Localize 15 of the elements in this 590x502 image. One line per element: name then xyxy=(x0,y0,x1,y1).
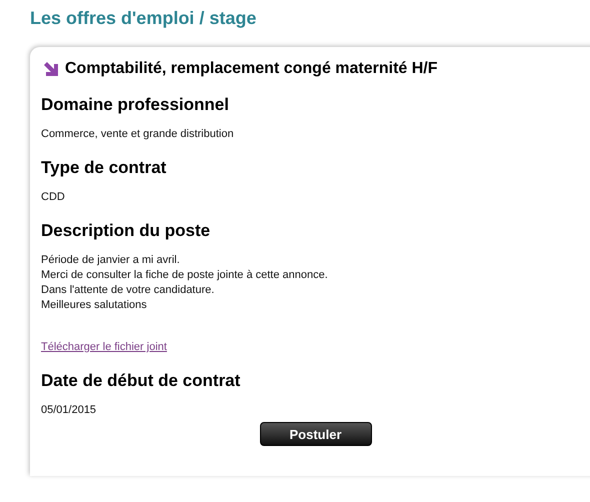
section-text: 05/01/2015 xyxy=(41,403,98,418)
section-text: Dans l'attente de votre candidature. xyxy=(41,283,216,298)
section-text: CDD xyxy=(41,190,66,205)
section-text: Merci de consulter la fiche de poste jointe à cette annonce. xyxy=(41,268,329,283)
section-heading: Description du poste xyxy=(41,221,212,241)
section-text: Période de janvier a mi avril. xyxy=(41,253,181,268)
section-heading: Type de contrat xyxy=(41,158,168,178)
section-heading: Date de début de contrat xyxy=(41,371,242,391)
page-title: Les offres d'emploi / stage xyxy=(30,8,258,29)
section-text: Commerce, vente et grande distribution xyxy=(41,127,235,142)
apply-button[interactable]: Postuler xyxy=(260,422,372,446)
section-text: Meilleures salutations xyxy=(41,298,148,313)
download-link[interactable]: Télécharger le fichier joint xyxy=(41,341,167,353)
offer-title: Comptabilité, remplacement congé maternité H/F xyxy=(65,60,438,78)
section-heading: Domaine professionnel xyxy=(41,95,230,115)
